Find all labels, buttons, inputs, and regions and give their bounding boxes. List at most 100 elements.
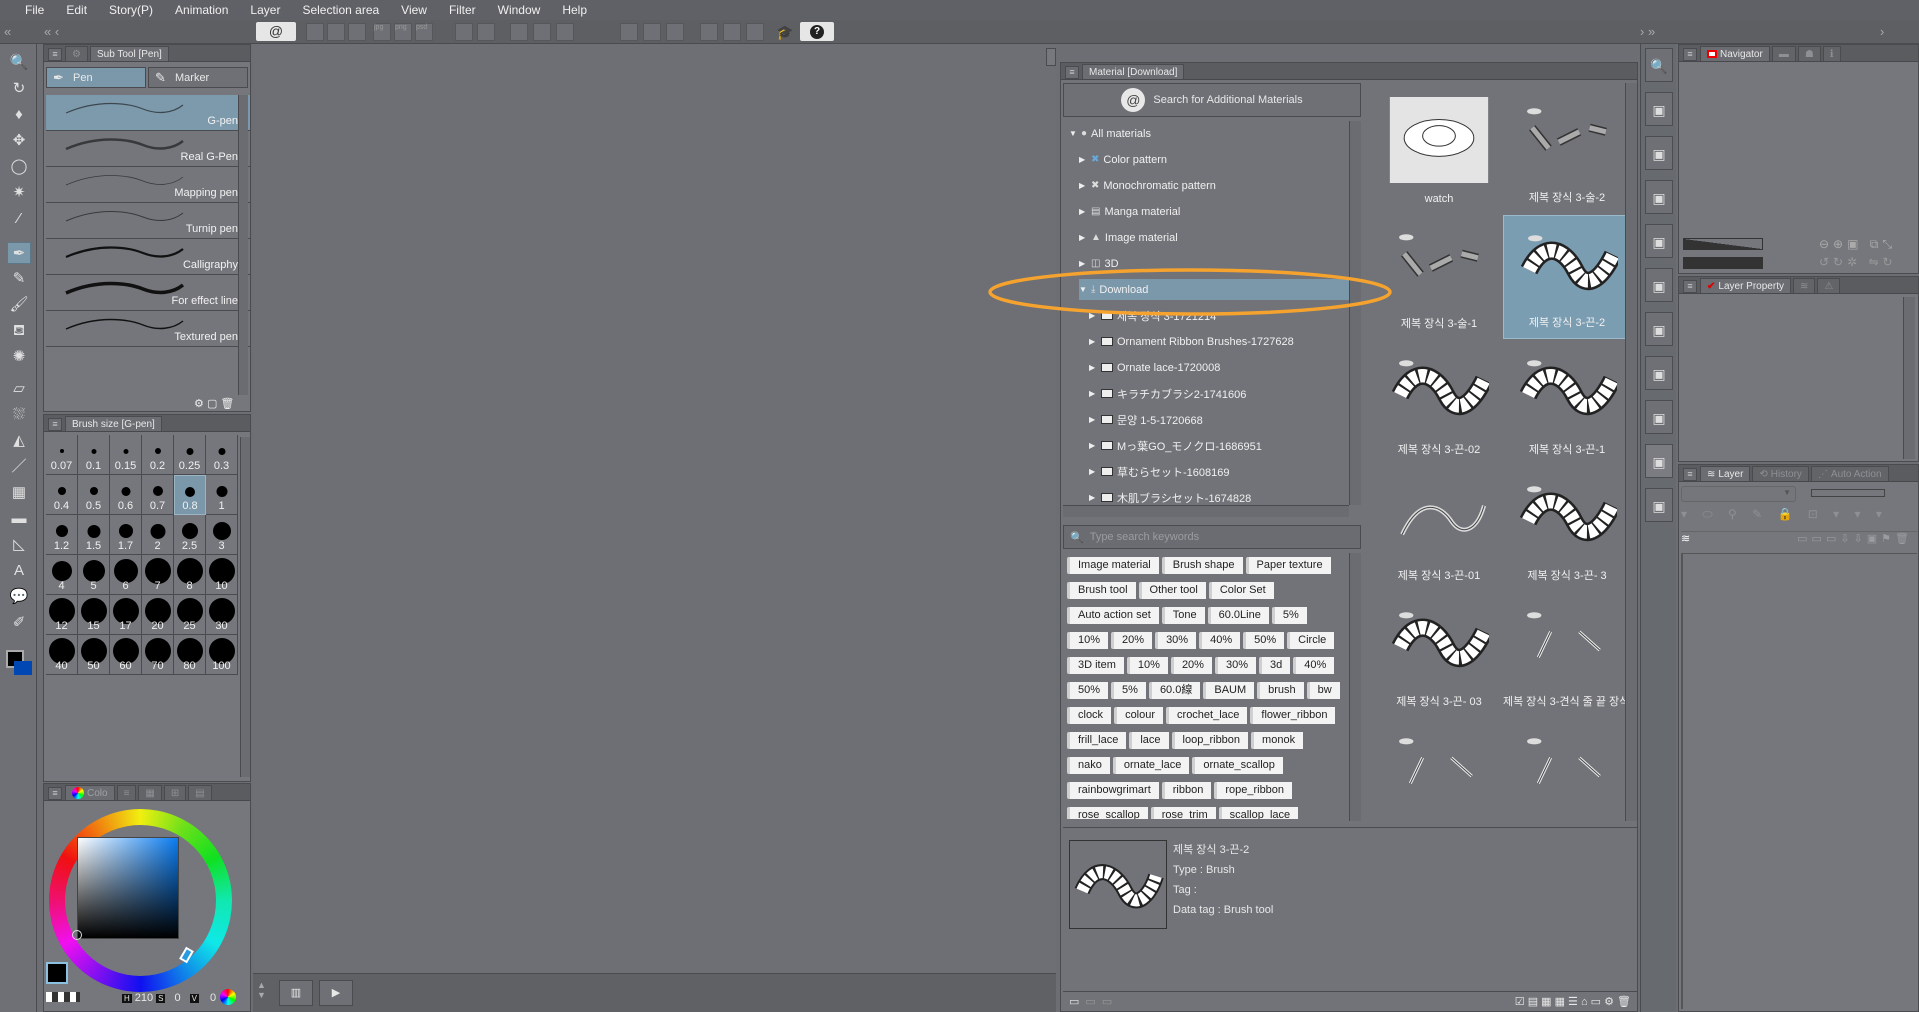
snap-icon[interactable] [700,23,718,41]
brush-size-cell[interactable]: 100 [206,635,238,675]
menu-file[interactable]: File [14,3,55,17]
list-icon[interactable]: ▣ [1645,268,1673,302]
expand-icon[interactable]: ▶ [1079,155,1087,164]
learn-icon[interactable]: 🎓 [776,24,794,40]
tab-layer-property[interactable]: ✔ Layer Property [1700,278,1791,293]
tab-auto-action[interactable]: ⋰ Auto Action [1810,466,1889,481]
subtool-item[interactable]: G-pen [46,95,250,131]
material-thumbnail[interactable]: 제복 장식 3-끈-2 [1503,215,1631,339]
tag-button[interactable]: 40% [1199,632,1241,649]
tag-button[interactable]: ornate_scallop [1192,757,1283,774]
lasso-icon[interactable]: ◯ [7,156,31,178]
download-icon[interactable]: ▣ [1645,92,1673,126]
pencil-icon[interactable]: ✎ [7,268,31,290]
navigator-rotate-controls[interactable]: ↺↻✲ ⇋↻ [1819,255,1897,269]
blend-mode-select[interactable]: ▼ [1681,486,1796,502]
figure-icon[interactable]: ／ [7,456,31,478]
save-icon[interactable] [348,23,366,41]
new-folder-icon[interactable]: ▭ [1069,995,1079,1008]
tag-button[interactable]: Circle [1287,632,1335,649]
settings-icon[interactable]: ⚙ [194,398,204,410]
brush-size-cell[interactable]: 80 [174,635,206,675]
zoom-icon[interactable]: 🔍 [7,52,31,74]
brush-size-cell[interactable]: 0.2 [142,435,174,475]
expand-far-right-icon[interactable]: › [1880,24,1884,39]
open-file-icon[interactable] [327,23,345,41]
tree-item[interactable]: ▶ ✖ Monochromatic pattern [1079,175,1216,196]
tag-button[interactable]: nako [1067,757,1110,774]
tag-button[interactable]: monok [1251,732,1304,749]
tag-button[interactable]: lace [1129,732,1169,749]
tag-button[interactable]: 40% [1293,657,1335,674]
tag-button[interactable]: brush [1257,682,1304,699]
brush-size-cell[interactable]: 30 [206,595,238,635]
tab-navigator[interactable]: Navigator [1700,46,1770,61]
tab-animation-cels[interactable]: ⚠ [1817,278,1841,293]
tab-intermediate-color[interactable]: ⊞ [163,785,187,800]
transform-icon[interactable] [556,23,574,41]
clear-icon[interactable] [510,23,528,41]
brush-size-cell[interactable]: 0.07 [46,435,78,475]
new-file-icon[interactable] [306,23,324,41]
tag-button[interactable]: 30% [1155,632,1197,649]
tree-hscrollbar[interactable] [1063,505,1349,517]
tag-button[interactable]: loop_ribbon [1171,732,1249,749]
tag-scrollbar[interactable] [1349,553,1361,821]
tag-button[interactable]: rope_ribbon [1214,782,1293,799]
material-thumbnail[interactable]: 제복 장식 3-끈- 03 [1375,593,1503,717]
thumbnail-scrollbar[interactable] [1625,83,1637,821]
brush-size-cell[interactable]: 0.25 [174,435,206,475]
camera-icon[interactable]: ▶ [319,980,353,1006]
tag-button[interactable]: 60.0線 [1148,682,1201,699]
tag-button[interactable]: 10% [1126,657,1168,674]
brush-size-cell[interactable]: 1.5 [78,515,110,555]
tab-layer[interactable]: ≋ Layer [1700,466,1751,481]
tab-brush-size[interactable]: Brush size [G-pen] [65,416,162,431]
sv-square[interactable] [77,837,179,939]
sv-cursor[interactable] [72,930,82,940]
clip-studio-button[interactable]: @ [256,22,296,41]
menu-view[interactable]: View [390,3,438,17]
expand-icon[interactable]: ▶ [1089,493,1097,502]
tab-color-wheel[interactable]: Colo [65,785,115,800]
rotate-icon[interactable] [620,23,638,41]
tab-color-set[interactable]: ▦ [138,785,162,800]
menu-story-p-[interactable]: Story(P) [98,3,164,17]
expand-icon[interactable]: ▶ [1089,441,1097,450]
sub-color-swatch-small[interactable] [14,661,32,675]
brush-size-cell[interactable]: 1.7 [110,515,142,555]
brush-size-cell[interactable]: 60 [110,635,142,675]
rotate-slider[interactable] [1683,257,1763,269]
tree-item[interactable]: ▶ ▲ Image material [1079,227,1178,248]
tab-sub-view[interactable]: ▬ [1771,46,1796,61]
brush-size-cell[interactable]: 40 [46,635,78,675]
tree-item[interactable]: ▼ ● All materials [1069,123,1151,144]
edit-folder-icon[interactable]: ▭ [1085,995,1095,1008]
tree-item[interactable]: ▶ Ornate lace-1720008 [1089,357,1220,378]
brush-size-cell[interactable]: 17 [110,595,142,635]
layer-options-row[interactable]: ▾ ⬭ ⚲ ✎ 🔒 ⊡ ▾ ▾ ▾ [1681,507,1911,525]
material-thumbnail[interactable]: 제복 장식 3-끈-01 [1375,467,1503,591]
export-psd-icon[interactable]: psd [415,23,433,41]
help-button[interactable]: ? [800,22,834,41]
tag-button[interactable]: 60.0Line [1207,607,1269,624]
brush-size-cell[interactable]: 1 [206,475,238,515]
brush-size-cell[interactable]: 0.8 [174,475,206,515]
brush-size-cell[interactable]: 1.2 [46,515,78,555]
tag-button[interactable]: colour [1114,707,1164,724]
expand-icon[interactable]: ▶ [1079,233,1087,242]
material-thumbnail[interactable] [1375,719,1503,821]
tag-button[interactable]: 5% [1271,607,1307,624]
expand-icon[interactable]: ▶ [1089,337,1097,346]
tag-button[interactable]: 10% [1067,632,1109,649]
brush-size-cell[interactable]: 25 [174,595,206,635]
delete-folder-icon[interactable]: ▭ [1102,995,1112,1008]
tag-button[interactable]: frill_lace [1067,732,1127,749]
panel-menu-icon[interactable]: ≡ [48,787,62,800]
subtool-scrollbar[interactable] [238,95,248,395]
tag-button[interactable]: clock [1067,707,1112,724]
subtool-item[interactable]: For effect line [46,275,250,311]
tag-button[interactable]: rose_trim [1150,807,1216,819]
airbrush-icon[interactable]: ⛾ [7,320,31,342]
brush-size-cell[interactable]: 70 [142,635,174,675]
